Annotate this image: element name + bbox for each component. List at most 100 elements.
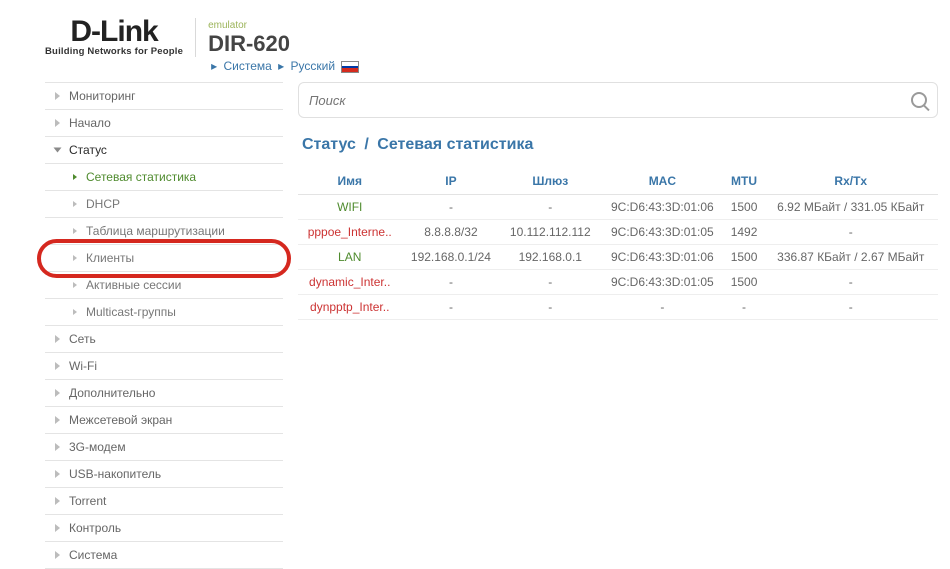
nav-item[interactable]: Сетевая статистика <box>45 164 283 191</box>
cell-mtu: 1500 <box>725 195 764 220</box>
nav-item[interactable]: DHCP <box>45 191 283 218</box>
link-language[interactable]: Русский <box>291 59 336 73</box>
cell-ip: 192.168.0.1/24 <box>401 245 500 270</box>
nav-item[interactable]: Система <box>45 542 283 569</box>
breadcrumb-section: Статус <box>302 136 356 153</box>
chevron-icon <box>73 309 77 315</box>
nav-item-label: Мониторинг <box>69 89 136 103</box>
cell-gw: 10.112.112.112 <box>500 220 600 245</box>
nav-item[interactable]: Активные сессии <box>45 272 283 299</box>
table-row[interactable]: dynpptp_Inter..----- <box>298 295 938 320</box>
nav-item[interactable]: Multicast-группы <box>45 299 283 326</box>
logo-block: D-Link Building Networks for People <box>45 18 196 57</box>
search-box[interactable] <box>298 82 938 118</box>
cell-name: pppoe_Interne.. <box>298 220 401 245</box>
nav-item-label: Активные сессии <box>86 278 181 292</box>
nav-item-label: Сетевая статистика <box>86 170 196 184</box>
chevron-icon <box>54 148 62 153</box>
nav-item[interactable]: Контроль <box>45 515 283 542</box>
chevron-icon <box>55 389 60 397</box>
cell-name: LAN <box>298 245 401 270</box>
model-block: emulator DIR-620 ▸ Система ▸ Русский <box>208 18 359 73</box>
chevron-icon <box>73 174 77 180</box>
nav-item-label: Начало <box>69 116 111 130</box>
nav-item[interactable]: Клиенты <box>45 245 283 272</box>
chevron-icon <box>55 524 60 532</box>
nav-item[interactable]: 3G-модем <box>45 434 283 461</box>
header-links: ▸ Система ▸ Русский <box>208 59 359 73</box>
cell-gw: - <box>500 270 600 295</box>
chevron-icon <box>55 497 60 505</box>
search-icon[interactable] <box>911 92 927 108</box>
chevron-icon <box>55 362 60 370</box>
table-row[interactable]: pppoe_Interne..8.8.8.8/3210.112.112.1129… <box>298 220 938 245</box>
table-row[interactable]: LAN192.168.0.1/24192.168.0.19C:D6:43:3D:… <box>298 245 938 270</box>
cell-rxtx: 336.87 КБайт / 2.67 МБайт <box>764 245 938 270</box>
nav-item[interactable]: Мониторинг <box>45 83 283 110</box>
cell-mac: 9C:D6:43:3D:01:05 <box>600 220 724 245</box>
chevron-icon <box>55 92 60 100</box>
nav-item[interactable]: Статус <box>45 137 283 164</box>
cell-mtu: 1500 <box>725 245 764 270</box>
table-header-row: Имя IP Шлюз MAC MTU Rx/Tx <box>298 168 938 195</box>
nav-item[interactable]: Межсетевой экран <box>45 407 283 434</box>
page-title: Статус / Сетевая статистика <box>298 136 938 154</box>
cell-mac: - <box>600 295 724 320</box>
nav-item-label: Контроль <box>69 521 121 535</box>
col-gateway[interactable]: Шлюз <box>500 168 600 195</box>
cell-rxtx: - <box>764 220 938 245</box>
nav-item-label: Дополнительно <box>69 386 155 400</box>
nav-item[interactable]: Torrent <box>45 488 283 515</box>
nav-item-label: Система <box>69 548 117 562</box>
cell-ip: - <box>401 270 500 295</box>
col-mtu[interactable]: MTU <box>725 168 764 195</box>
chevron-icon <box>73 228 77 234</box>
chevron-icon <box>55 551 60 559</box>
chevron-icon <box>73 255 77 261</box>
link-system[interactable]: Система <box>223 59 271 73</box>
cell-gw: - <box>500 295 600 320</box>
col-ip[interactable]: IP <box>401 168 500 195</box>
nav-item-label: Клиенты <box>86 251 134 265</box>
nav-item[interactable]: Таблица маршрутизации <box>45 218 283 245</box>
chevron-icon <box>55 443 60 451</box>
flag-ru-icon[interactable] <box>341 61 359 73</box>
cell-ip: - <box>401 295 500 320</box>
chevron-icon <box>55 470 60 478</box>
chevron-icon: ▸ <box>211 59 217 73</box>
col-mac[interactable]: MAC <box>600 168 724 195</box>
table-row[interactable]: WIFI--9C:D6:43:3D:01:0615006.92 МБайт / … <box>298 195 938 220</box>
nav-item-label: Сеть <box>69 332 96 346</box>
nav-item-label: Torrent <box>69 494 106 508</box>
nav-item[interactable]: Дополнительно <box>45 380 283 407</box>
nav-item-label: USB-накопитель <box>69 467 161 481</box>
col-name[interactable]: Имя <box>298 168 401 195</box>
table-row[interactable]: dynamic_Inter..--9C:D6:43:3D:01:051500- <box>298 270 938 295</box>
nav-item-label: Статус <box>69 143 107 157</box>
cell-mac: 9C:D6:43:3D:01:05 <box>600 270 724 295</box>
col-rxtx[interactable]: Rx/Tx <box>764 168 938 195</box>
chevron-icon <box>73 282 77 288</box>
cell-rxtx: - <box>764 295 938 320</box>
search-input[interactable] <box>309 93 911 108</box>
nav-item[interactable]: Wi-Fi <box>45 353 283 380</box>
chevron-icon <box>55 335 60 343</box>
cell-ip: - <box>401 195 500 220</box>
emulator-label: emulator <box>208 20 359 31</box>
main-panel: Статус / Сетевая статистика Имя IP Шлюз … <box>298 82 938 569</box>
cell-mtu: - <box>725 295 764 320</box>
cell-gw: 192.168.0.1 <box>500 245 600 270</box>
breadcrumb-page: Сетевая статистика <box>377 136 533 153</box>
nav-item[interactable]: Сеть <box>45 326 283 353</box>
cell-mtu: 1500 <box>725 270 764 295</box>
nav-item-label: 3G-модем <box>69 440 126 454</box>
nav-item-label: Таблица маршрутизации <box>86 224 225 238</box>
chevron-icon <box>73 201 77 207</box>
cell-name: WIFI <box>298 195 401 220</box>
cell-ip: 8.8.8.8/32 <box>401 220 500 245</box>
brand-tagline: Building Networks for People <box>45 46 183 57</box>
nav-item[interactable]: USB-накопитель <box>45 461 283 488</box>
header: D-Link Building Networks for People emul… <box>0 0 950 82</box>
nav-item[interactable]: Начало <box>45 110 283 137</box>
cell-name: dynamic_Inter.. <box>298 270 401 295</box>
